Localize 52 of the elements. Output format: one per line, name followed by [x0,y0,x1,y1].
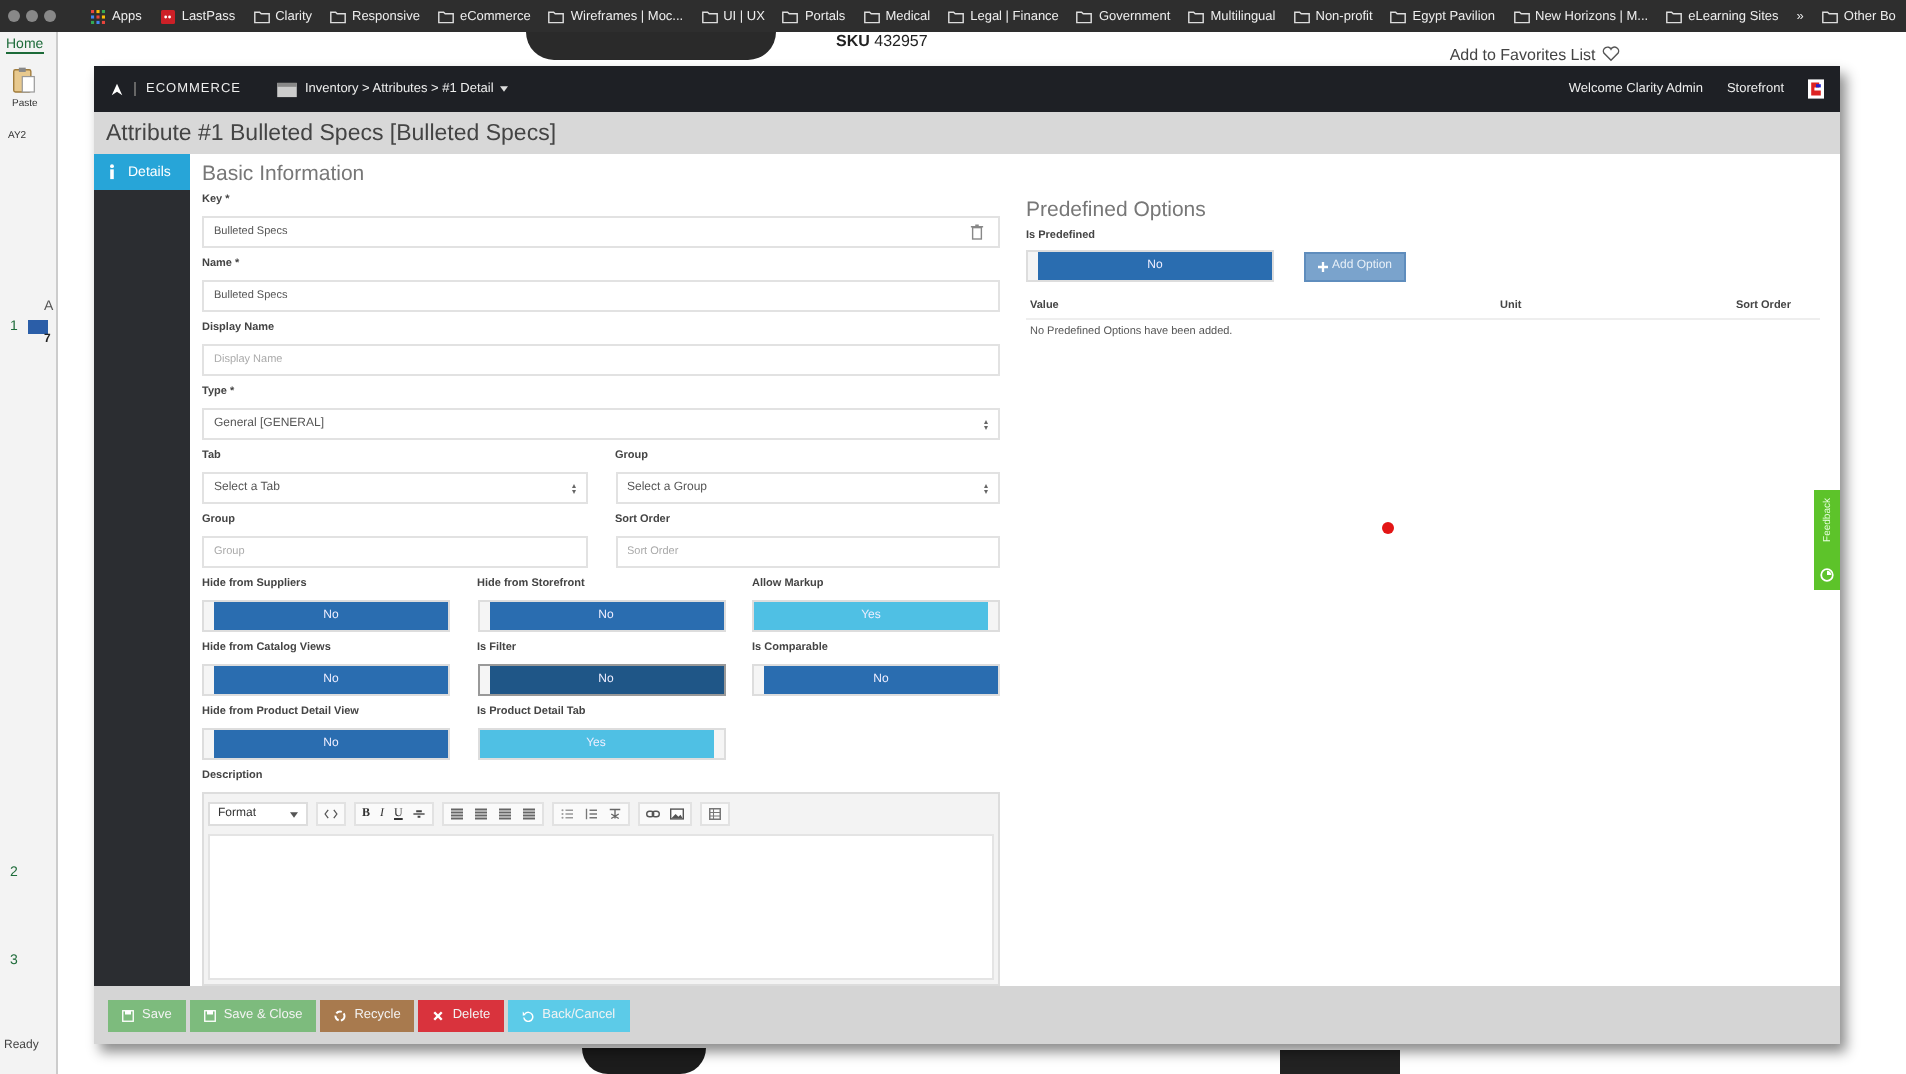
folder-icon [782,9,799,23]
folder-icon [863,9,880,23]
favorites-link[interactable]: Add to Favorites List [1449,46,1596,64]
section-heading: Basic Information [202,162,367,186]
clipboard-icon[interactable] [12,66,36,94]
folder-icon [1821,9,1838,23]
folder-icon [1076,9,1093,23]
folder-icon [253,9,270,23]
folder-icon [948,9,965,23]
heart-icon[interactable] [1601,46,1620,62]
trash-icon[interactable] [970,224,984,240]
link-icon[interactable] [646,808,661,820]
bullet-list-icon[interactable] [560,808,575,820]
photo-placeholder [582,1048,706,1074]
sku-text: SKU 432957 [836,32,928,50]
grid-icon [90,9,106,23]
selected-cell [27,320,48,334]
pointer-dot [1382,522,1394,534]
align-icon[interactable] [522,808,537,820]
logo-icon [110,82,124,96]
app-icon [159,9,176,23]
photo-placeholder [1280,1050,1400,1074]
plus-icon [1318,261,1328,271]
numbered-list-icon[interactable] [584,808,599,820]
undo-icon [522,1009,535,1021]
folder-icon [548,9,565,23]
code-icon[interactable] [324,808,338,820]
align-icon[interactable] [474,808,489,820]
clear-format-icon[interactable] [608,808,623,820]
folder-icon [1666,9,1683,23]
caret-icon [290,811,298,817]
folder-icon [1188,9,1205,23]
info-icon [108,164,116,180]
folder-icon [437,9,454,23]
folder-icon [1513,9,1529,23]
section-heading: Predefined Options [1026,198,1208,222]
logo-icon [1808,78,1824,100]
folder-icon [330,9,346,23]
folder-icon [701,9,718,23]
calendar-icon [276,81,299,97]
caret-icon[interactable] [499,86,508,92]
align-icon[interactable] [498,808,513,820]
strikethrough-icon[interactable] [412,808,427,820]
x-icon [432,1009,445,1021]
table-icon[interactable] [708,808,723,820]
folder-icon [1293,9,1310,23]
recycle-icon [334,1009,347,1021]
image-icon[interactable] [670,808,685,820]
align-icon[interactable] [450,808,465,820]
page-title: Attribute #1 Bulleted Specs [Bulleted Specs] [106,121,557,145]
circle-icon [1820,568,1834,582]
folder-icon [1390,9,1407,23]
